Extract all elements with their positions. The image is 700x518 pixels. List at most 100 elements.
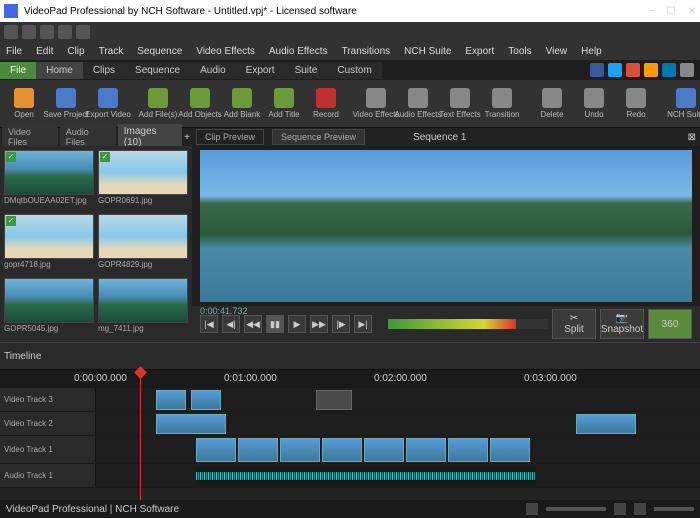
pause-button[interactable]: ▮▮ [266,315,284,333]
media-item[interactable]: mg_7411.jpg [98,278,188,334]
linkedin-icon[interactable] [662,63,676,77]
media-item[interactable]: GOPR4829.jpg [98,214,188,270]
tab-sequence-preview[interactable]: Sequence Preview [272,129,365,145]
menu-export[interactable]: Export [465,46,494,57]
google-icon[interactable] [626,63,640,77]
tab-suite[interactable]: Suite [285,62,328,79]
save-button[interactable]: Save Project [46,82,86,126]
timecode: 0:00:41.732 [200,306,248,316]
rewind-button[interactable]: ◀◀ [244,315,262,333]
open-button[interactable]: Open [4,82,44,126]
menu-file[interactable]: File [6,46,22,57]
rss-icon[interactable] [644,63,658,77]
clip[interactable] [191,390,221,410]
menu-track[interactable]: Track [99,46,124,57]
360-button[interactable]: 360 [648,309,692,339]
minimize-button[interactable]: − [649,6,655,17]
clip[interactable] [490,438,530,462]
menu-sequence[interactable]: Sequence [137,46,182,57]
add-bin-button[interactable]: + [184,132,190,143]
tab-clip-preview[interactable]: Clip Preview [196,129,264,145]
zoom-out-icon[interactable] [526,503,538,515]
twitter-icon[interactable] [608,63,622,77]
snapshot-button[interactable]: 📷Snapshot [600,309,644,339]
redo-button[interactable]: Redo [616,82,656,126]
zoom-in-icon[interactable] [614,503,626,515]
track-body[interactable] [96,388,700,411]
qat-undo-icon[interactable] [58,25,72,39]
trash-icon [542,88,562,108]
clip[interactable] [316,390,352,410]
share-icon[interactable] [680,63,694,77]
qat-new-icon[interactable] [4,25,18,39]
prev-frame-button[interactable]: ◀| [222,315,240,333]
tab-file[interactable]: File [0,62,36,79]
transition-button[interactable]: Transition [482,82,522,126]
texteffects-button[interactable]: Text Effects [440,82,480,126]
audio-track-1: Audio Track 1 [0,464,700,488]
nchsuite-button[interactable]: NCH Suite [666,82,700,126]
undo-button[interactable]: Undo [574,82,614,126]
addfiles-button[interactable]: Add File(s) [138,82,178,126]
menu-audioeffects[interactable]: Audio Effects [269,46,328,57]
track-body[interactable] [96,436,700,463]
audioeffects-button[interactable]: Audio Effects [398,82,438,126]
video-preview[interactable] [200,150,692,302]
tab-home[interactable]: Home [36,62,83,79]
menu-view[interactable]: View [546,46,568,57]
playhead[interactable] [140,370,141,500]
tab-export[interactable]: Export [236,62,285,79]
menu-edit[interactable]: Edit [36,46,53,57]
time-ruler[interactable]: 0:00:00.000 0:01:00.000 0:02:00.000 0:03… [74,372,696,386]
addblank-button[interactable]: Add Blank [222,82,262,126]
clip[interactable] [576,414,636,434]
track-body[interactable] [96,412,700,435]
goto-end-button[interactable]: ▶| [354,315,372,333]
media-item[interactable]: GOPR5045.jpg [4,278,94,334]
clip[interactable] [448,438,488,462]
record-button[interactable]: Record [306,82,346,126]
media-item[interactable]: ✓DMqtbOUEAA02ET.jpg [4,150,94,206]
tab-custom[interactable]: Custom [327,62,381,79]
menu-videoeffects[interactable]: Video Effects [196,46,255,57]
qat-redo-icon[interactable] [76,25,90,39]
facebook-icon[interactable] [590,63,604,77]
clip[interactable] [196,438,236,462]
maximize-button[interactable]: ☐ [667,6,676,17]
menu-tools[interactable]: Tools [508,46,531,57]
preview-close-icon[interactable]: ⊠ [688,132,696,143]
tab-audio[interactable]: Audio [190,62,236,79]
play-button[interactable]: ▶ [288,315,306,333]
next-frame-button[interactable]: |▶ [332,315,350,333]
clip[interactable] [280,438,320,462]
media-item[interactable]: ✓gopr4718.jpg [4,214,94,270]
split-button[interactable]: ✂Split [552,309,596,339]
menu-nchsuite[interactable]: NCH Suite [404,46,451,57]
menu-help[interactable]: Help [581,46,602,57]
fastfwd-button[interactable]: ▶▶ [310,315,328,333]
clip[interactable] [156,414,226,434]
ribbon: Open Save Project Export Video Add File(… [0,80,700,128]
export-button[interactable]: Export Video [88,82,128,126]
delete-button[interactable]: Delete [532,82,572,126]
tab-clips[interactable]: Clips [83,62,125,79]
track-body[interactable] [96,464,700,487]
qat-open-icon[interactable] [22,25,36,39]
menu-transitions[interactable]: Transitions [342,46,391,57]
goto-start-button[interactable]: |◀ [200,315,218,333]
volume-icon[interactable] [634,503,646,515]
tab-sequence[interactable]: Sequence [125,62,190,79]
clip[interactable] [238,438,278,462]
clip[interactable] [156,390,186,410]
menu-clip[interactable]: Clip [67,46,84,57]
clip[interactable] [364,438,404,462]
videoeffects-button[interactable]: Video Effects [356,82,396,126]
addtitle-button[interactable]: Add Title [264,82,304,126]
qat-save-icon[interactable] [40,25,54,39]
media-item[interactable]: ✓GOPR0691.jpg [98,150,188,206]
clip[interactable] [322,438,362,462]
addobjects-button[interactable]: Add Objects [180,82,220,126]
clip[interactable] [406,438,446,462]
close-button[interactable]: ✕ [688,6,696,17]
audio-clip[interactable] [196,466,536,486]
